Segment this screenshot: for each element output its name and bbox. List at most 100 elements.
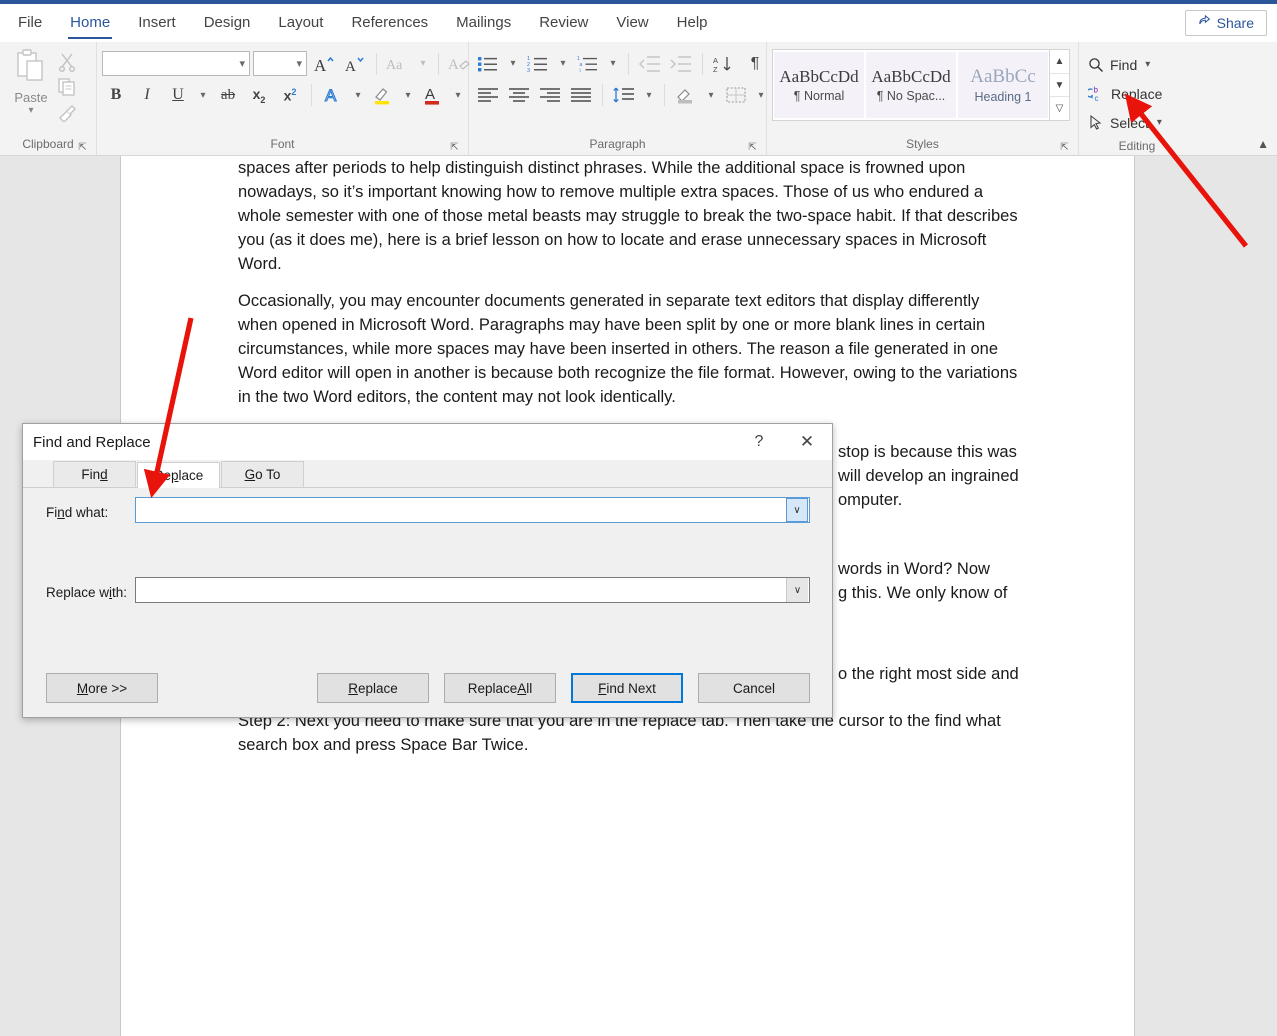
chevron-down-icon[interactable]: ▾: [1145, 59, 1150, 70]
tab-help[interactable]: Help: [663, 4, 722, 42]
grow-font-icon[interactable]: A: [310, 50, 338, 78]
cancel-button[interactable]: Cancel: [698, 673, 810, 703]
style-no-spacing[interactable]: AaBbCcDd ¶ No Spac...: [866, 52, 956, 118]
tab-file[interactable]: File: [0, 4, 56, 42]
tab-insert[interactable]: Insert: [124, 4, 190, 42]
format-painter-icon[interactable]: [57, 102, 77, 122]
select-button[interactable]: Select ▾: [1084, 108, 1162, 137]
cut-icon[interactable]: [57, 52, 77, 72]
line-spacing-icon[interactable]: [610, 81, 638, 109]
dialog-tab-go-to[interactable]: Go To: [221, 461, 304, 487]
chevron-down-icon[interactable]: ▾: [505, 50, 521, 78]
replace-with-combo[interactable]: ∨: [135, 577, 810, 603]
tab-view[interactable]: View: [602, 4, 662, 42]
find-what-dropdown-arrow[interactable]: ∨: [786, 498, 808, 522]
ribbon-group-paragraph: ▾ 123 ▾ 1ai ▾ A Z ¶ ▾ ▾ ▾ Paragraph ⇱: [469, 42, 767, 155]
chevron-down-icon[interactable]: ▾: [641, 81, 657, 109]
align-left-icon[interactable]: [474, 81, 502, 109]
dialog-tab-find[interactable]: Find: [53, 461, 136, 487]
justify-icon[interactable]: [567, 81, 595, 109]
dialog-tab-strip: Find Replace Go To: [23, 461, 832, 488]
replace-button[interactable]: Replace: [317, 673, 429, 703]
find-next-button[interactable]: Find Next: [571, 673, 683, 703]
text-highlight-icon[interactable]: [369, 81, 397, 109]
strikethrough-icon[interactable]: ab: [214, 81, 242, 109]
tab-home[interactable]: Home: [56, 4, 124, 42]
find-and-replace-dialog[interactable]: Find and Replace ? ✕ Find Replace Go To …: [22, 423, 833, 718]
divider: [702, 52, 703, 75]
more-button[interactable]: More >>: [46, 673, 158, 703]
ribbon-tab-bar: File Home Insert Design Layout Reference…: [0, 4, 1277, 42]
dialog-title-bar[interactable]: Find and Replace ? ✕: [23, 424, 832, 460]
font-color-icon[interactable]: A: [419, 81, 447, 109]
replace-all-button[interactable]: Replace All: [444, 673, 556, 703]
style-sample: AaBbCc: [970, 66, 1036, 87]
chevron-down-icon[interactable]: ▾: [195, 81, 211, 109]
chevron-down-icon[interactable]: ▾: [555, 50, 571, 78]
chevron-down-icon[interactable]: ▾: [415, 50, 431, 78]
tab-design[interactable]: Design: [190, 4, 265, 42]
tab-mailings[interactable]: Mailings: [442, 4, 525, 42]
dialog-tab-replace[interactable]: Replace: [137, 462, 220, 488]
help-icon[interactable]: ?: [738, 424, 780, 460]
scroll-up-icon[interactable]: ▲: [1050, 50, 1069, 74]
replace-button[interactable]: b c Replace: [1084, 79, 1162, 108]
font-size-combo[interactable]: ▾: [253, 51, 307, 76]
style-heading-1[interactable]: AaBbCc Heading 1: [958, 52, 1048, 118]
bullet-list-icon[interactable]: [474, 50, 502, 78]
styles-dialog-launcher[interactable]: ⇱: [1059, 142, 1070, 153]
copy-icon[interactable]: [57, 77, 77, 97]
svg-text:A: A: [713, 56, 718, 65]
chevron-down-icon[interactable]: ▾: [1157, 117, 1162, 128]
align-right-icon[interactable]: [536, 81, 564, 109]
chevron-down-icon[interactable]: ▾: [400, 81, 416, 109]
show-formatting-marks-icon[interactable]: ¶: [741, 50, 769, 78]
chevron-down-icon[interactable]: ▾: [703, 81, 719, 109]
borders-icon[interactable]: [722, 81, 750, 109]
find-what-combo[interactable]: ∨: [135, 497, 810, 523]
multilevel-list-icon[interactable]: 1ai: [574, 50, 602, 78]
more-styles-icon[interactable]: ▽: [1050, 97, 1069, 120]
close-icon[interactable]: ✕: [786, 424, 828, 460]
replace-with-dropdown-arrow[interactable]: ∨: [786, 578, 808, 602]
tab-layout[interactable]: Layout: [264, 4, 337, 42]
shading-icon[interactable]: [672, 81, 700, 109]
style-normal[interactable]: AaBbCcDd ¶ Normal: [774, 52, 864, 118]
bold-icon[interactable]: B: [102, 81, 130, 109]
superscript-icon[interactable]: x2: [276, 81, 304, 109]
collapse-ribbon-icon[interactable]: ▲: [1257, 137, 1269, 151]
tab-review[interactable]: Review: [525, 4, 602, 42]
decrease-indent-icon[interactable]: [636, 50, 664, 78]
sort-icon[interactable]: AZ: [710, 50, 738, 78]
divider: [438, 52, 439, 75]
font-dialog-launcher[interactable]: ⇱: [449, 142, 460, 153]
font-name-combo[interactable]: ▾: [102, 51, 250, 76]
underline-icon[interactable]: U: [164, 81, 192, 109]
tab-references[interactable]: References: [337, 4, 442, 42]
styles-gallery-scroll: ▲ ▼ ▽: [1049, 50, 1069, 120]
svg-text:A: A: [448, 57, 459, 73]
find-button[interactable]: Find ▾: [1084, 50, 1162, 79]
paste-icon: [12, 49, 50, 89]
share-button[interactable]: Share: [1184, 10, 1267, 36]
chevron-down-icon[interactable]: ▾: [450, 81, 466, 109]
align-center-icon[interactable]: [505, 81, 533, 109]
subscript-icon[interactable]: x2: [245, 81, 273, 109]
scroll-down-icon[interactable]: ▼: [1050, 74, 1069, 98]
clipboard-dialog-launcher[interactable]: ⇱: [77, 142, 88, 153]
dialog-button-row: More >> Replace Replace All Find Next Ca…: [23, 673, 832, 703]
style-name: ¶ No Spac...: [876, 89, 946, 103]
numbered-list-icon[interactable]: 123: [524, 50, 552, 78]
chevron-down-icon[interactable]: ▾: [28, 105, 33, 116]
increase-indent-icon[interactable]: [667, 50, 695, 78]
paste-button[interactable]: Paste ▾: [5, 49, 57, 116]
chevron-down-icon[interactable]: ▾: [605, 50, 621, 78]
ribbon: Paste ▾ Clipboard ⇱ ▾ ▾ A A Aa ▾ A B I U…: [0, 42, 1277, 156]
text-effects-icon[interactable]: A: [319, 81, 347, 109]
change-case-icon[interactable]: Aa: [384, 50, 412, 78]
italic-icon[interactable]: I: [133, 81, 161, 109]
group-label-styles: Styles ⇱: [906, 137, 1070, 153]
shrink-font-icon[interactable]: A: [341, 50, 369, 78]
chevron-down-icon[interactable]: ▾: [350, 81, 366, 109]
paragraph-dialog-launcher[interactable]: ⇱: [747, 142, 758, 153]
